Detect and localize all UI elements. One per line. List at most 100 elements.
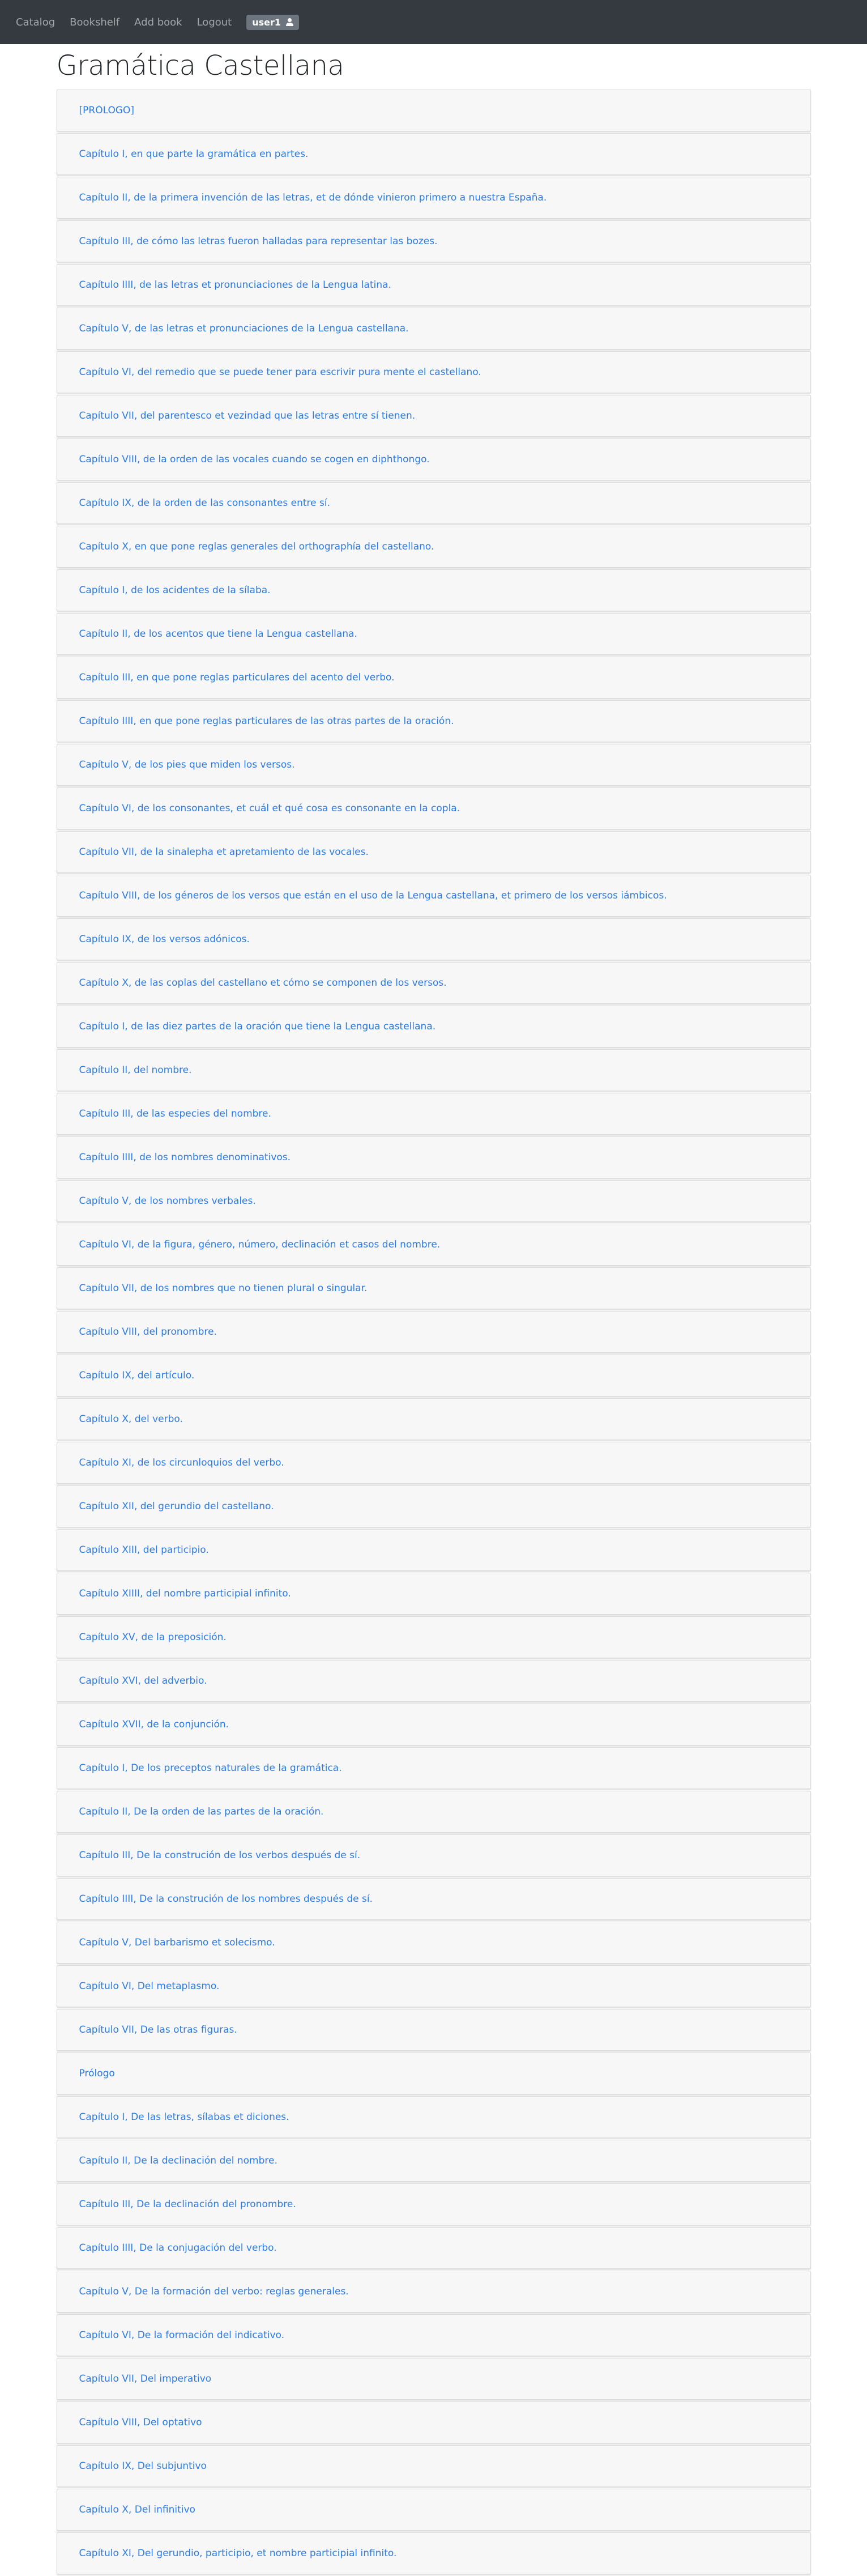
chapter-list-item[interactable]: Capítulo VIII, Del optativo bbox=[56, 2402, 811, 2443]
chapter-link[interactable]: Capítulo XII, del gerundio del castellan… bbox=[79, 1501, 274, 1512]
chapter-link[interactable]: Capítulo XV, de la preposición. bbox=[79, 1632, 227, 1643]
chapter-link[interactable]: Capítulo VI, del remedio que se puede te… bbox=[79, 367, 481, 378]
chapter-list-item[interactable]: Capítulo VIII, de la orden de las vocale… bbox=[56, 438, 811, 480]
chapter-link[interactable]: Capítulo IIII, de las letras et pronunci… bbox=[79, 279, 391, 291]
chapter-link[interactable]: Capítulo III, en que pone reglas particu… bbox=[79, 672, 395, 683]
nav-link-catalog[interactable]: Catalog bbox=[16, 16, 55, 28]
chapter-link[interactable]: Capítulo III, De la declinación del pron… bbox=[79, 2199, 296, 2210]
chapter-link[interactable]: Capítulo IX, de la orden de las consonan… bbox=[79, 497, 331, 509]
chapter-list-item[interactable]: Capítulo III, De la declinación del pron… bbox=[56, 2183, 811, 2225]
chapter-link[interactable]: Capítulo VIII, de los géneros de los ver… bbox=[79, 890, 667, 901]
chapter-list-item[interactable]: Capítulo X, Del infinitivo bbox=[56, 2489, 811, 2531]
chapter-list-item[interactable]: Capítulo I, de las diez partes de la ora… bbox=[56, 1006, 811, 1048]
chapter-list-item[interactable]: Capítulo XV, de la preposición. bbox=[56, 1616, 811, 1658]
chapter-list-item[interactable]: Capítulo VI, de los consonantes, et cuál… bbox=[56, 787, 811, 829]
chapter-list-item[interactable]: Capítulo IX, de los versos adónicos. bbox=[56, 918, 811, 960]
chapter-list-item[interactable]: [PRÓLOGO] bbox=[56, 90, 811, 131]
chapter-list-item[interactable]: Capítulo XI, Del gerundio, participio, e… bbox=[56, 2532, 811, 2574]
chapter-list-item[interactable]: Capítulo II, De la orden de las partes d… bbox=[56, 1791, 811, 1833]
chapter-link[interactable]: Capítulo X, en que pone reglas generales… bbox=[79, 541, 434, 552]
chapter-list-item[interactable]: Capítulo X, en que pone reglas generales… bbox=[56, 526, 811, 568]
chapter-list-item[interactable]: Capítulo XVII, de la conjunción. bbox=[56, 1704, 811, 1745]
chapter-list-item[interactable]: Capítulo III, en que pone reglas particu… bbox=[56, 657, 811, 699]
chapter-list-item[interactable]: Capítulo II, de la primera invención de … bbox=[56, 177, 811, 219]
chapter-link[interactable]: Capítulo X, Del infinitivo bbox=[79, 2504, 195, 2515]
chapter-list-item[interactable]: Capítulo VI, De la formación del indicat… bbox=[56, 2314, 811, 2356]
chapter-list-item[interactable]: Capítulo II, de los acentos que tiene la… bbox=[56, 613, 811, 655]
chapter-list-item[interactable]: Capítulo VII, Del imperativo bbox=[56, 2358, 811, 2400]
chapter-link[interactable]: Capítulo III, De la construción de los v… bbox=[79, 1850, 361, 1861]
nav-link-bookshelf[interactable]: Bookshelf bbox=[70, 16, 119, 28]
chapter-list-item[interactable]: Capítulo IX, del artículo. bbox=[56, 1355, 811, 1396]
chapter-list-item[interactable]: Capítulo V, De la formación del verbo: r… bbox=[56, 2271, 811, 2313]
chapter-list-item[interactable]: Capítulo IX, de la orden de las consonan… bbox=[56, 482, 811, 524]
nav-link-logout[interactable]: Logout bbox=[197, 16, 232, 28]
chapter-list-item[interactable]: Capítulo V, de los pies que miden los ve… bbox=[56, 744, 811, 786]
chapter-link[interactable]: Capítulo XI, de los circunloquios del ve… bbox=[79, 1457, 284, 1468]
chapter-list-item[interactable]: Capítulo I, De las letras, sílabas et di… bbox=[56, 2096, 811, 2138]
chapter-link[interactable]: Capítulo VII, Del imperativo bbox=[79, 2373, 212, 2385]
chapter-link[interactable]: Capítulo IIII, De la construción de los … bbox=[79, 1893, 373, 1905]
chapter-list-item[interactable]: Capítulo III, De la construción de los v… bbox=[56, 1834, 811, 1876]
chapter-list-item[interactable]: Capítulo VIII, de los géneros de los ver… bbox=[56, 875, 811, 917]
chapter-list-item[interactable]: Capítulo XIII, del participio. bbox=[56, 1529, 811, 1571]
chapter-link[interactable]: Capítulo XVII, de la conjunción. bbox=[79, 1719, 229, 1730]
chapter-link[interactable]: Capítulo I, De los preceptos naturales d… bbox=[79, 1762, 342, 1774]
chapter-link[interactable]: Capítulo IX, de los versos adónicos. bbox=[79, 934, 250, 945]
chapter-list-item[interactable]: Capítulo V, de los nombres verbales. bbox=[56, 1180, 811, 1222]
chapter-list-item[interactable]: Capítulo IIII, De la conjugación del ver… bbox=[56, 2227, 811, 2269]
chapter-list-item[interactable]: Capítulo VII, de la sinalepha et apretam… bbox=[56, 831, 811, 873]
chapter-link[interactable]: Capítulo II, De la orden de las partes d… bbox=[79, 1806, 324, 1817]
chapter-list-item[interactable]: Capítulo II, del nombre. bbox=[56, 1049, 811, 1091]
chapter-link[interactable]: [PRÓLOGO] bbox=[79, 105, 135, 116]
chapter-list-item[interactable]: Capítulo XIIII, del nombre participial i… bbox=[56, 1573, 811, 1615]
chapter-link[interactable]: Prólogo bbox=[79, 2068, 115, 2079]
chapter-link[interactable]: Capítulo II, de la primera invención de … bbox=[79, 192, 547, 203]
chapter-link[interactable]: Capítulo IX, del artículo. bbox=[79, 1370, 195, 1381]
chapter-link[interactable]: Capítulo I, en que parte la gramática en… bbox=[79, 148, 309, 160]
chapter-list-item[interactable]: Capítulo X, de las coplas del castellano… bbox=[56, 962, 811, 1004]
chapter-list-item[interactable]: Capítulo IIII, De la construción de los … bbox=[56, 1878, 811, 1920]
chapter-link[interactable]: Capítulo IIII, De la conjugación del ver… bbox=[79, 2242, 277, 2254]
chapter-link[interactable]: Capítulo VIII, del pronombre. bbox=[79, 1326, 217, 1338]
chapter-link[interactable]: Capítulo VIII, Del optativo bbox=[79, 2417, 202, 2428]
chapter-link[interactable]: Capítulo III, de las especies del nombre… bbox=[79, 1108, 271, 1119]
chapter-link[interactable]: Capítulo VI, de la figura, género, númer… bbox=[79, 1239, 441, 1250]
chapter-link[interactable]: Capítulo VII, De las otras figuras. bbox=[79, 2024, 237, 2036]
chapter-link[interactable]: Capítulo XIIII, del nombre participial i… bbox=[79, 1588, 291, 1599]
chapter-link[interactable]: Capítulo I, de las diez partes de la ora… bbox=[79, 1021, 436, 1032]
chapter-link[interactable]: Capítulo XVI, del adverbio. bbox=[79, 1675, 207, 1687]
chapter-link[interactable]: Capítulo V, De la formación del verbo: r… bbox=[79, 2286, 349, 2297]
chapter-link[interactable]: Capítulo VI, De la formación del indicat… bbox=[79, 2330, 285, 2341]
chapter-link[interactable]: Capítulo IIII, de los nombres denominati… bbox=[79, 1152, 291, 1163]
user-badge[interactable]: user1 bbox=[246, 14, 300, 30]
chapter-list-item[interactable]: Capítulo VI, Del metaplasmo. bbox=[56, 1965, 811, 2007]
chapter-list-item[interactable]: Capítulo IIII, de los nombres denominati… bbox=[56, 1136, 811, 1178]
chapter-list-item[interactable]: Capítulo VI, del remedio que se puede te… bbox=[56, 351, 811, 393]
chapter-link[interactable]: Capítulo V, de las letras et pronunciaci… bbox=[79, 323, 409, 334]
chapter-list-item[interactable]: Capítulo VIII, del pronombre. bbox=[56, 1311, 811, 1353]
chapter-link[interactable]: Capítulo V, de los pies que miden los ve… bbox=[79, 759, 295, 770]
chapter-list-item[interactable]: Capítulo I, De los preceptos naturales d… bbox=[56, 1747, 811, 1789]
chapter-link[interactable]: Capítulo XIII, del participio. bbox=[79, 1544, 209, 1556]
chapter-link[interactable]: Capítulo IIII, en que pone reglas partic… bbox=[79, 716, 454, 727]
chapter-link[interactable]: Capítulo V, Del barbarismo et solecismo. bbox=[79, 1937, 275, 1948]
chapter-link[interactable]: Capítulo I, De las letras, sílabas et di… bbox=[79, 2111, 289, 2123]
chapter-list-item[interactable]: Capítulo IIII, en que pone reglas partic… bbox=[56, 700, 811, 742]
chapter-list-item[interactable]: Capítulo VI, de la figura, género, númer… bbox=[56, 1224, 811, 1266]
chapter-link[interactable]: Capítulo II, de los acentos que tiene la… bbox=[79, 628, 357, 640]
chapter-link[interactable]: Capítulo I, de los acidentes de la sílab… bbox=[79, 585, 271, 596]
chapter-list-item[interactable]: Capítulo X, del verbo. bbox=[56, 1398, 811, 1440]
chapter-list-item[interactable]: Prólogo bbox=[56, 2053, 811, 2094]
chapter-link[interactable]: Capítulo XI, Del gerundio, participio, e… bbox=[79, 2548, 397, 2559]
chapter-link[interactable]: Capítulo VI, de los consonantes, et cuál… bbox=[79, 803, 460, 814]
chapter-list-item[interactable]: Capítulo VII, de los nombres que no tien… bbox=[56, 1267, 811, 1309]
chapter-list-item[interactable]: Capítulo III, de cómo las letras fueron … bbox=[56, 220, 811, 262]
chapter-link[interactable]: Capítulo VII, de los nombres que no tien… bbox=[79, 1283, 368, 1294]
chapter-list-item[interactable]: Capítulo XI, de los circunloquios del ve… bbox=[56, 1442, 811, 1484]
chapter-list-item[interactable]: Capítulo I, en que parte la gramática en… bbox=[56, 133, 811, 175]
chapter-list-item[interactable]: Capítulo I, de los acidentes de la sílab… bbox=[56, 569, 811, 611]
chapter-link[interactable]: Capítulo VIII, de la orden de las vocale… bbox=[79, 454, 430, 465]
chapter-list-item[interactable]: Capítulo VII, De las otras figuras. bbox=[56, 2009, 811, 2051]
chapter-list-item[interactable]: Capítulo III, de las especies del nombre… bbox=[56, 1093, 811, 1135]
